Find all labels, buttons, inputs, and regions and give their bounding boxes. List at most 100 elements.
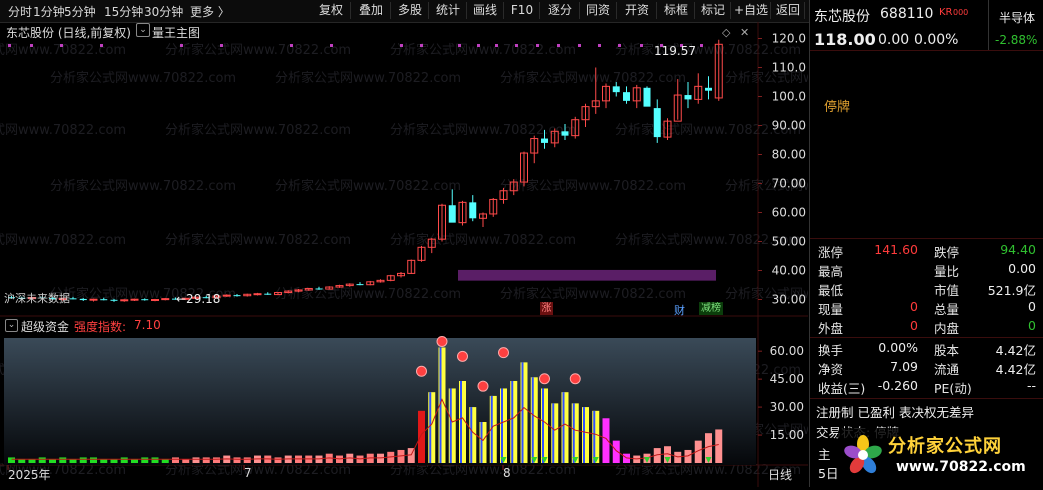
period-label[interactable]: 日线 [768,466,792,483]
signal-dot [100,44,103,47]
period-3[interactable]: 15分钟 [104,3,143,20]
logo-title: 分析家公式网 [888,436,1002,457]
fund-bar [274,457,282,463]
diamond-icon[interactable]: ◇ [722,26,730,39]
toolbar-button-6[interactable]: 逐分 [541,2,580,19]
signal-dot [618,44,621,47]
fund-bar-inner [521,362,524,463]
toolbar-button-9[interactable]: 标框 [658,2,695,19]
subchart-toggle-icon[interactable]: ⌄ [5,319,18,332]
fund-bar [131,459,138,463]
fund-bar [79,457,87,463]
candle-body-down [69,298,77,300]
finance-label: 流通 [934,362,960,377]
finance-value: 0.00% [878,340,918,355]
logo-url: www.70822.com [896,459,1026,475]
y-tick-label: 110.0 [772,61,806,75]
signal-dot [700,44,703,47]
toolbar-button-11[interactable]: +自选 [732,2,771,19]
fund-bar [151,457,159,463]
finance-value: -- [1026,378,1036,393]
finance-marker[interactable]: 财 [674,302,685,318]
high-price-label: 119.57 [654,44,696,58]
fund-bar-inner [501,388,503,463]
fund-bar [110,459,118,463]
candle-body-down [448,205,456,223]
candle-body-up [151,299,159,301]
limit-up-marker[interactable]: 涨 [540,302,553,315]
toolbar-button-8[interactable]: 开资 [618,2,657,19]
candle-body-down [561,131,569,136]
fund-bar-inner [470,407,473,463]
watermark-text: 分析家公式网www.70822.com [0,42,126,58]
y-tick-label: 100.0 [772,90,806,104]
quote-value: 0.00 [1008,261,1036,276]
fund-bar [49,459,56,463]
watermark-text: 分析家公式网www.70822.com [275,178,461,194]
toolbar-button-3[interactable]: 统计 [430,2,467,19]
finance-label: 收益(三) [818,381,866,396]
divider [810,238,1043,239]
candle-body-down [356,284,364,286]
quote-row: 现量 0 总量 0 [810,299,1043,318]
quote-label: 内盘 [934,321,960,336]
last-price: 118.00 [814,30,876,49]
period-4[interactable]: 30分钟 [144,3,183,20]
site-logo: 分析家公式网 www.70822.com [838,428,1038,482]
toolbar-button-10[interactable]: 标记 [696,2,731,19]
candle-body-up [161,298,170,301]
quote-row: 涨停 141.60 跌停 94.40 [810,242,1043,261]
finance-label: PE(动) [934,381,972,396]
fund-bar-inner [429,392,432,463]
candle-body-down [110,299,118,301]
candle-body-up [253,293,262,296]
signal-dot [578,44,581,47]
watermark-text: 分析家公式网www.70822.com [500,286,686,302]
watermark-text: 分析家公式网www.70822.com [165,232,351,248]
candle-body-up [120,299,129,302]
signal-dot [640,44,643,47]
candle-body-down [612,86,620,93]
quote-label: 总量 [934,302,960,317]
fund-bar [18,459,26,463]
signal-dot [420,44,423,47]
toolbar-button-4[interactable]: 画线 [467,2,504,19]
peak-gem-icon [436,335,448,347]
fund-bar [418,410,425,463]
indicator-name[interactable]: 量王主图 [152,24,200,41]
kr-tag-suffix: 000 [953,8,969,17]
period-1[interactable]: 1分钟 [33,3,65,20]
y-tick-label: 70.00 [772,177,806,191]
x-label-month-7: 7 [244,466,252,480]
data-source-tag: 沪深未来数据 [4,292,70,305]
candle-body-down [643,87,651,107]
peak-gem-icon [569,373,581,385]
registration-note: 注册制 已盈利 表决权无差异 [816,405,974,420]
candle-body-down [469,202,477,219]
toolbar-button-0[interactable]: 复权 [312,2,351,19]
chart-area[interactable]: 分析家公式网www.70822.com 分析家公式网www.70822.com 分析… [0,22,911,487]
indicator-toggle-icon[interactable]: ⌄ [136,23,150,37]
signal-dot [495,44,498,47]
period-5[interactable]: 更多 〉 [190,3,230,20]
toolbar-button-1[interactable]: 叠加 [352,2,391,19]
toolbar-button-12[interactable]: 返回 [772,2,805,19]
finance-label: 股本 [934,343,960,358]
signal-dot [220,44,223,47]
toolbar-button-5[interactable]: F10 [505,2,540,19]
subchart-title[interactable]: 超级资金 [21,318,69,335]
toolbar-button-7[interactable]: 同资 [580,2,617,19]
sector-box[interactable]: 半导体 -2.88% [988,0,1043,50]
toolbar-button-2[interactable]: 多股 [392,2,429,19]
period-2[interactable]: 5分钟 [64,3,96,20]
fund-bar [213,457,220,463]
low-price-label: ←29.18 [176,292,221,306]
reduce-marker[interactable]: 减榜 [699,302,723,315]
watermark-text: 分析家公式网www.70822.com [275,70,461,86]
period-0[interactable]: 分时 [8,3,32,20]
quote-label: 现量 [818,302,844,317]
fund-bar [8,457,15,463]
fund-bar [182,459,190,463]
chart-canvas[interactable]: 分析家公式网www.70822.com 分析家公式网www.70822.com 分析… [0,22,911,487]
close-icon[interactable]: ✕ [740,26,749,39]
